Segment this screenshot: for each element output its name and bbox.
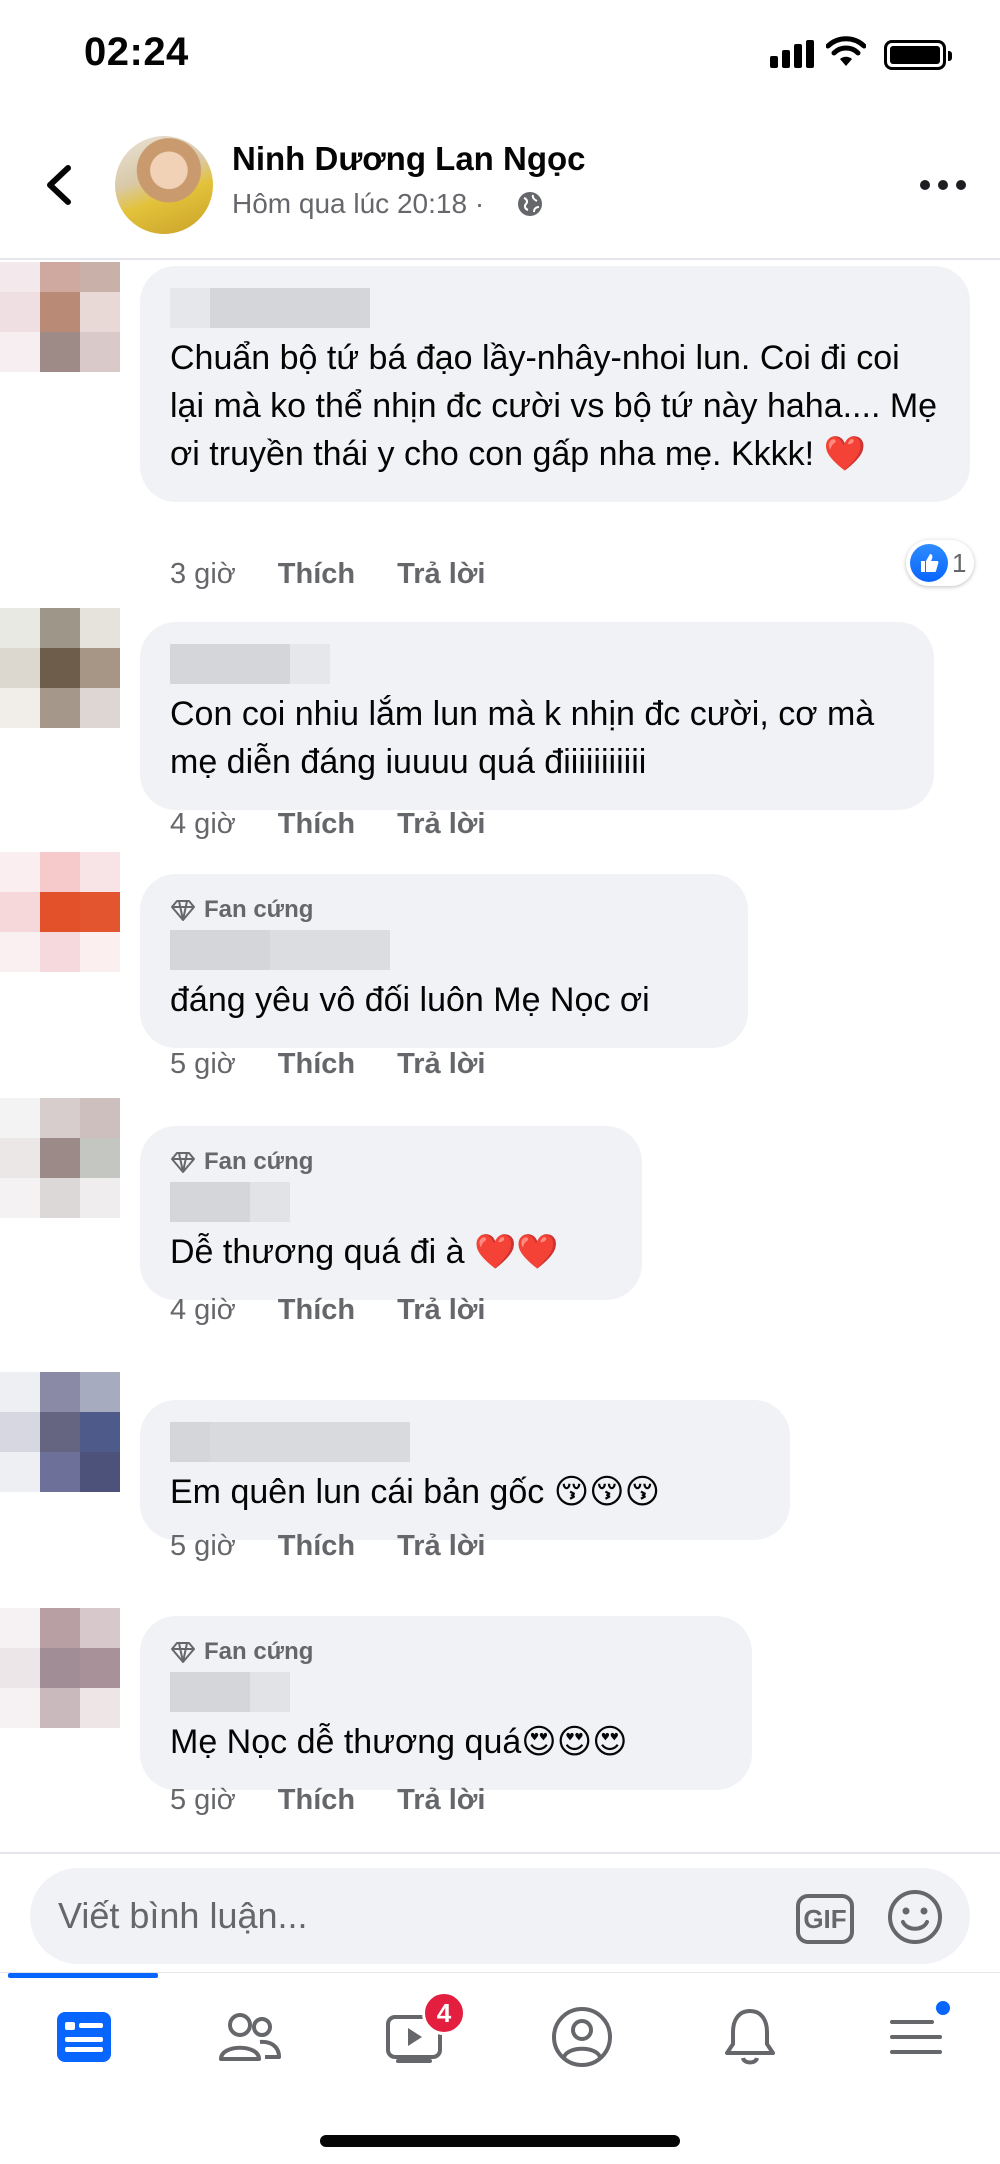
reply-button[interactable]: Trả lời bbox=[397, 558, 485, 591]
comment-time: 4 giờ bbox=[170, 1294, 236, 1326]
comment-actions: 4 giờ Thích Trả lời bbox=[170, 1294, 485, 1327]
post-header: Ninh Dương Lan Ngọc Hôm qua lúc 20:18 · bbox=[0, 110, 1000, 260]
friends-icon bbox=[219, 2013, 281, 2061]
comment-time: 5 giờ bbox=[170, 1530, 236, 1562]
diamond-icon bbox=[171, 1642, 195, 1663]
comment-actions: 4 giờ Thích Trả lời bbox=[170, 808, 485, 841]
comment-bubble[interactable]: Fan cứng đáng yêu vô đối luôn Mẹ Nọc ơi bbox=[140, 874, 748, 1048]
comment-text: Chuẩn bộ tứ bá đạo lầy-nhây-nhoi lun. Co… bbox=[170, 339, 947, 473]
commenter-avatar[interactable] bbox=[0, 1372, 120, 1492]
commenter-name[interactable] bbox=[170, 1422, 760, 1462]
comment-time: 4 giờ bbox=[170, 808, 236, 840]
watch-notification-badge: 4 bbox=[422, 1991, 466, 2035]
comment-time: 5 giờ bbox=[170, 1784, 236, 1816]
post-meta: Hôm qua lúc 20:18 · bbox=[232, 188, 484, 220]
commenter-avatar[interactable] bbox=[0, 1098, 120, 1218]
commenter-avatar[interactable] bbox=[0, 1608, 120, 1728]
comment-input[interactable] bbox=[58, 1892, 758, 1940]
commenter-name[interactable] bbox=[170, 644, 904, 684]
reply-button[interactable]: Trả lời bbox=[397, 1530, 485, 1563]
tab-profile[interactable] bbox=[532, 1997, 632, 2077]
top-fan-badge: Fan cứng bbox=[170, 1638, 722, 1666]
news-feed-icon bbox=[57, 2012, 111, 2062]
tab-friends[interactable] bbox=[200, 1997, 300, 2077]
tab-menu[interactable] bbox=[866, 1997, 966, 2077]
comment-actions: 5 giờ Thích Trả lời bbox=[170, 1784, 485, 1817]
post-timestamp[interactable]: Hôm qua lúc 20:18 bbox=[232, 188, 467, 219]
reply-button[interactable]: Trả lời bbox=[397, 1784, 485, 1817]
comment-text: đáng yêu vô đối luôn Mẹ Nọc ơi bbox=[170, 981, 650, 1019]
reply-button[interactable]: Trả lời bbox=[397, 1048, 485, 1081]
like-button[interactable]: Thích bbox=[278, 558, 355, 591]
like-reaction-icon bbox=[910, 544, 948, 582]
badge-label: Fan cứng bbox=[204, 896, 314, 923]
comment-bubble[interactable]: Fan cứng Mẹ Nọc dễ thương quá😍😍😍 bbox=[140, 1616, 752, 1790]
like-button[interactable]: Thích bbox=[278, 1294, 355, 1327]
commenter-avatar[interactable] bbox=[0, 262, 120, 372]
comment-text: Mẹ Nọc dễ thương quá😍😍😍 bbox=[170, 1723, 628, 1761]
reply-button[interactable]: Trả lời bbox=[397, 1294, 485, 1327]
gif-button[interactable]: GIF bbox=[796, 1894, 854, 1944]
author-name[interactable]: Ninh Dương Lan Ngọc bbox=[232, 140, 586, 178]
tab-watch[interactable]: 4 bbox=[366, 1991, 466, 2077]
like-button[interactable]: Thích bbox=[278, 808, 355, 841]
tab-notifications[interactable] bbox=[700, 1997, 800, 2077]
menu-icon bbox=[890, 2020, 942, 2054]
comment-actions: 5 giờ Thích Trả lời bbox=[170, 1530, 485, 1563]
profile-icon bbox=[552, 2007, 612, 2067]
badge-label: Fan cứng bbox=[204, 1148, 314, 1175]
comment-text: Dễ thương quá đi à ❤️❤️ bbox=[170, 1233, 559, 1271]
like-button[interactable]: Thích bbox=[278, 1784, 355, 1817]
author-avatar[interactable] bbox=[115, 136, 213, 234]
comment-actions: 5 giờ Thích Trả lời bbox=[170, 1048, 485, 1081]
comment-actions: 3 giờ Thích Trả lời bbox=[170, 558, 485, 591]
reaction-count: 1 bbox=[952, 547, 967, 578]
reaction-summary[interactable]: 1 bbox=[906, 540, 975, 586]
like-button[interactable]: Thích bbox=[278, 1048, 355, 1081]
bottom-navigation: 4 bbox=[0, 1972, 1000, 2164]
commenter-name[interactable] bbox=[170, 1182, 612, 1222]
comment-bubble[interactable]: Fan cứng Dễ thương quá đi à ❤️❤️ bbox=[140, 1126, 642, 1300]
commenter-avatar[interactable] bbox=[0, 608, 120, 728]
meta-separator: · bbox=[474, 188, 485, 219]
badge-label: Fan cứng bbox=[204, 1638, 314, 1665]
cellular-signal-icon bbox=[770, 40, 814, 68]
more-options-button[interactable] bbox=[918, 170, 968, 200]
comment-text: Con coi nhiu lắm lun mà k nhịn đc cười, … bbox=[170, 695, 884, 781]
commenter-name[interactable] bbox=[170, 288, 940, 328]
diamond-icon bbox=[171, 900, 195, 921]
comment-time: 3 giờ bbox=[170, 558, 236, 590]
comment-time: 5 giờ bbox=[170, 1048, 236, 1080]
back-button[interactable] bbox=[36, 160, 86, 210]
diamond-icon bbox=[171, 1152, 195, 1173]
reply-button[interactable]: Trả lời bbox=[397, 808, 485, 841]
notifications-icon bbox=[725, 2009, 775, 2065]
home-indicator[interactable] bbox=[320, 2135, 680, 2147]
comment-bubble[interactable]: Con coi nhiu lắm lun mà k nhịn đc cười, … bbox=[140, 622, 934, 810]
commenter-avatar[interactable] bbox=[0, 852, 120, 972]
tab-news-feed[interactable] bbox=[34, 1997, 134, 2077]
comment-bubble[interactable]: Em quên lun cái bản gốc 😚😚😚 bbox=[140, 1400, 790, 1540]
battery-icon bbox=[884, 40, 952, 70]
comment-composer-bar: GIF bbox=[0, 1852, 1000, 1972]
active-tab-indicator bbox=[8, 1973, 158, 1978]
status-bar: 02:24 bbox=[0, 0, 1000, 110]
commenter-name[interactable] bbox=[170, 1672, 722, 1712]
top-fan-badge: Fan cứng bbox=[170, 1148, 612, 1176]
commenter-name[interactable] bbox=[170, 930, 718, 970]
comment-bubble[interactable]: Chuẩn bộ tứ bá đạo lầy-nhây-nhoi lun. Co… bbox=[140, 266, 970, 502]
top-fan-badge: Fan cứng bbox=[170, 896, 718, 924]
comment-composer: GIF bbox=[30, 1868, 970, 1964]
globe-icon bbox=[518, 192, 542, 216]
comment-text: Em quên lun cái bản gốc 😚😚😚 bbox=[170, 1473, 661, 1511]
wifi-icon bbox=[826, 36, 866, 66]
status-time: 02:24 bbox=[84, 30, 189, 74]
emoji-icon[interactable] bbox=[886, 1888, 944, 1946]
menu-notification-dot bbox=[934, 1999, 952, 2017]
like-button[interactable]: Thích bbox=[278, 1530, 355, 1563]
comments-list: Chuẩn bộ tứ bá đạo lầy-nhây-nhoi lun. Co… bbox=[0, 262, 1000, 1852]
